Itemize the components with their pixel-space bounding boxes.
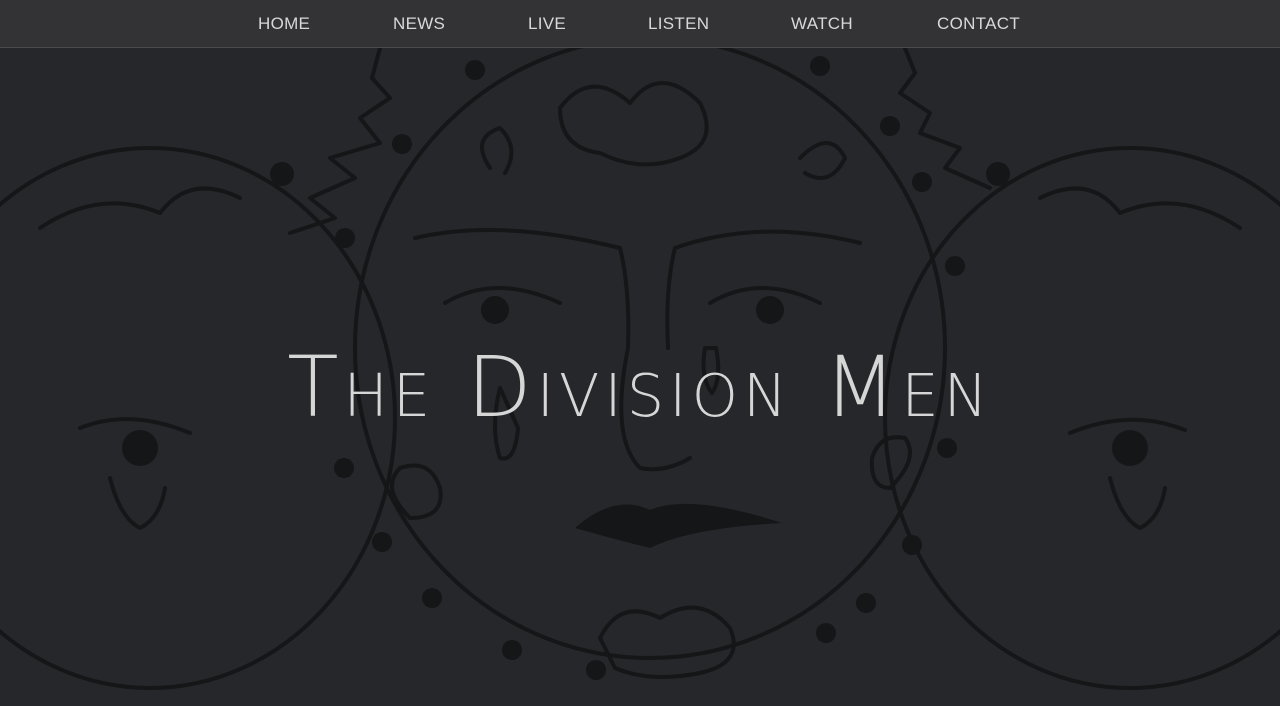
bottom-flower <box>598 605 736 679</box>
nav-link-news[interactable]: NEWS <box>393 14 445 34</box>
right-face-crown <box>1038 186 1242 230</box>
band-name-title: The Division Men <box>287 338 993 436</box>
leaf-2 <box>798 141 847 180</box>
lips <box>575 503 782 548</box>
top-flower <box>558 81 709 167</box>
nav-link-contact[interactable]: CONTACT <box>937 14 1020 34</box>
right-face-petal <box>1108 476 1167 530</box>
ray-top-left <box>288 48 392 235</box>
nav-link-home[interactable]: HOME <box>258 14 310 34</box>
left-face-crown <box>38 186 242 230</box>
right-pupil <box>756 296 784 324</box>
ray-top-right <box>898 48 992 190</box>
left-pupil <box>481 296 509 324</box>
hero-banner: The Division Men <box>0 48 1280 706</box>
nav-link-listen[interactable]: LISTEN <box>648 14 709 34</box>
page: HOME NEWS LIVE LISTEN WATCH CONTACT The … <box>0 0 1280 706</box>
leaf-1 <box>480 126 514 175</box>
top-navigation-bar: HOME NEWS LIVE LISTEN WATCH CONTACT <box>0 0 1280 48</box>
left-face-petal <box>108 476 167 530</box>
nav-link-watch[interactable]: WATCH <box>791 14 853 34</box>
nav-link-live[interactable]: LIVE <box>528 14 566 34</box>
